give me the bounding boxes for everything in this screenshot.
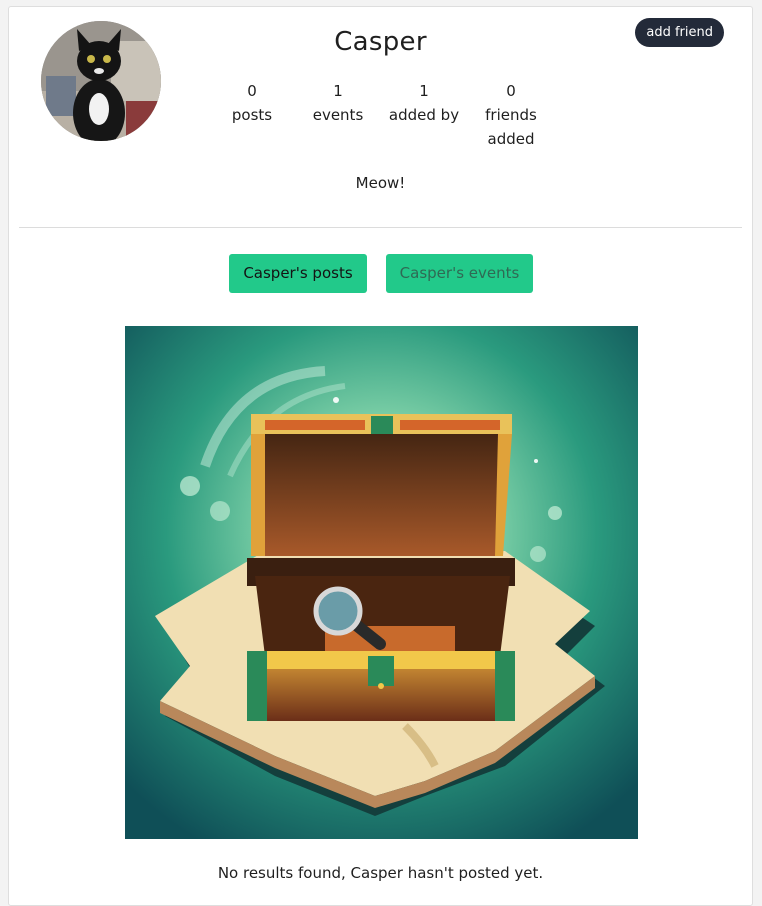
stat-friends-added-count: 0	[506, 82, 516, 100]
empty-state-message: No results found, Casper hasn't posted y…	[217, 864, 544, 882]
profile-card: Casper add friend 0 posts 1 events 1 add…	[8, 6, 753, 906]
stat-added-by-count: 1	[419, 82, 429, 100]
stat-posts-count: 0	[247, 82, 257, 100]
empty-state-illustration	[125, 326, 638, 839]
stat-posts[interactable]: 0 posts	[209, 79, 295, 127]
stat-posts-label: posts	[231, 106, 273, 124]
profile-stats: 0 posts 1 events 1 added by 0 friends ad…	[209, 79, 554, 149]
stat-events[interactable]: 1 events	[295, 79, 381, 127]
stat-added-by-label: added by	[388, 106, 460, 124]
tab-posts[interactable]: Casper's posts	[229, 254, 367, 293]
tab-events[interactable]: Casper's events	[386, 254, 533, 293]
stat-friends-added-label: friends added	[485, 106, 537, 148]
treasure-chest-illustration	[125, 326, 638, 839]
divider	[19, 227, 742, 228]
stat-events-count: 1	[333, 82, 343, 100]
profile-bio: Meow!	[355, 174, 406, 192]
stat-events-label: events	[312, 106, 364, 124]
stat-friends-added[interactable]: 0 friends added	[468, 79, 554, 151]
add-friend-button[interactable]: add friend	[635, 18, 724, 47]
stat-added-by[interactable]: 1 added by	[381, 79, 467, 127]
